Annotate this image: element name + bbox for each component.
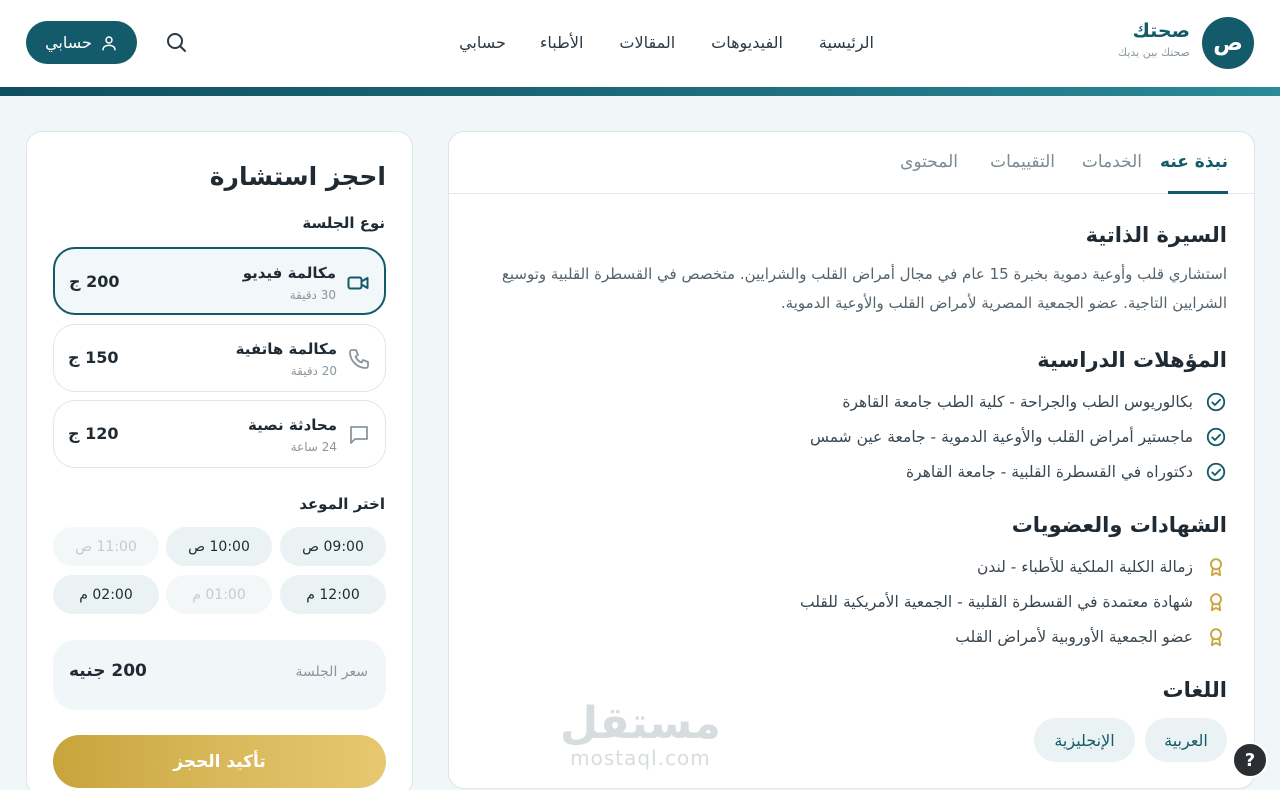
languages-title: اللغات [1162,678,1228,702]
certificate-text: عضو الجمعية الأوروبية لأمراض القلب [955,628,1193,646]
qualifications-title: المؤهلات الدراسية [1037,348,1227,372]
time-label: اختر الموعد [299,495,385,513]
check-circle-icon [1206,392,1226,412]
time-slot[interactable]: 10:00 ص [166,527,272,566]
session-name: مكالمة هاتفية [235,340,337,358]
check-circle-icon [1206,427,1226,447]
header-accent-bar [0,87,1280,96]
qualification-item: دكتوراه في القسطرة القلبية - جامعة القاه… [906,461,1227,483]
session-option-video[interactable]: مكالمة فيديو 30 دقيقة 200 ج [53,247,386,315]
qualification-item: ماجستير أمراض القلب والأوعية الدموية - ج… [810,426,1227,448]
nav-doctors[interactable]: الأطباء [540,33,584,52]
award-icon [1210,628,1222,647]
tab-reviews[interactable]: التقييمات [990,152,1055,172]
time-slot[interactable]: 12:00 م [280,575,386,614]
profile-card: نبذة عنه الخدمات التقييمات المحتوى السير… [448,131,1255,789]
session-price: 200 ج [69,272,120,291]
time-slot[interactable]: 09:00 ص [280,527,386,566]
session-price: 120 ج [68,424,119,443]
qualification-item: بكالوريوس الطب والجراحة - كلية الطب جامع… [842,391,1227,413]
certificates-title: الشهادات والعضويات [1011,513,1227,537]
watermark-english: mostaql.com [570,746,711,770]
active-tab-indicator [1168,191,1228,194]
confirm-booking-button[interactable]: تأكيد الحجز [53,735,386,788]
help-button[interactable]: ? [1232,742,1268,778]
certificate-item: زمالة الكلية الملكية للأطباء - لندن [977,556,1227,578]
tab-content[interactable]: المحتوى [900,152,958,172]
booking-card: احجز استشارة نوع الجلسة مكالمة فيديو 30 … [26,131,413,790]
chat-icon [350,426,368,444]
certificate-text: زمالة الكلية الملكية للأطباء - لندن [976,558,1193,576]
top-header: ص صحتك صحتك بين يديك الرئيسية الفيديوهات… [0,0,1280,87]
check-circle-icon [1206,462,1226,482]
qualification-text: بكالوريوس الطب والجراحة - كلية الطب جامع… [842,393,1193,411]
main-nav: الرئيسية الفيديوهات المقالات الأطباء حسا… [459,33,874,52]
time-slot-disabled: 01:00 م [166,575,272,614]
session-name: مكالمة فيديو [242,264,336,282]
tab-services[interactable]: الخدمات [1082,152,1142,172]
session-name: محادثة نصية [247,416,337,434]
nav-videos[interactable]: الفيديوهات [711,33,783,52]
nav-home[interactable]: الرئيسية [819,33,874,52]
award-icon [1210,593,1222,612]
award-icon [1210,558,1222,577]
watermark-arabic: مستقل [560,698,721,749]
tab-about[interactable]: نبذة عنه [1160,152,1228,172]
logo-badge[interactable]: ص [1202,17,1254,69]
session-duration: 24 ساعة [290,440,337,454]
logo-tagline: صحتك بين يديك [1118,46,1190,59]
price-value: 200 جنيه [69,661,147,681]
phone-icon [349,349,369,369]
bio-title: السيرة الذاتية [1085,223,1227,247]
booking-title: احجز استشارة [209,162,386,191]
session-option-phone[interactable]: مكالمة هاتفية 20 دقيقة 150 ج [53,324,386,392]
account-button-label: حسابي [45,33,92,52]
session-duration: 30 دقيقة [289,288,336,302]
language-pill-english: الإنجليزية [1034,718,1135,762]
time-slot-disabled: 11:00 ص [53,527,159,566]
account-button[interactable]: حسابي [26,21,137,64]
certificate-item: شهادة معتمدة في القسطرة القلبية - الجمعي… [800,591,1227,613]
nav-account[interactable]: حسابي [459,33,506,52]
qualification-text: دكتوراه في القسطرة القلبية - جامعة القاه… [906,463,1193,481]
video-icon [347,276,369,290]
user-icon [102,35,116,50]
certificate-text: شهادة معتمدة في القسطرة القلبية - الجمعي… [799,593,1193,611]
session-price-box: سعر الجلسة 200 جنيه [53,640,386,710]
price-label: سعر الجلسة [295,664,368,680]
nav-articles[interactable]: المقالات [619,33,675,52]
session-option-chat[interactable]: محادثة نصية 24 ساعة 120 ج [53,400,386,468]
language-pill-arabic: العربية [1145,718,1227,762]
qualification-text: ماجستير أمراض القلب والأوعية الدموية - ج… [809,428,1193,446]
logo-text[interactable]: صحتك صحتك بين يديك [1118,20,1190,59]
watermark: مستقل mostaql.com [560,698,721,771]
certificate-item: عضو الجمعية الأوروبية لأمراض القلب [955,626,1227,648]
logo-name: صحتك [1132,20,1190,42]
profile-tabs: نبذة عنه الخدمات التقييمات المحتوى [449,132,1254,194]
session-duration: 20 دقيقة [290,364,337,378]
session-price: 150 ج [68,348,119,367]
session-type-label: نوع الجلسة [302,214,385,232]
time-slot[interactable]: 02:00 م [53,575,159,614]
search-icon[interactable] [164,30,188,54]
bio-text: استشاري قلب وأوعية دموية بخبرة 15 عام في… [501,265,1227,312]
